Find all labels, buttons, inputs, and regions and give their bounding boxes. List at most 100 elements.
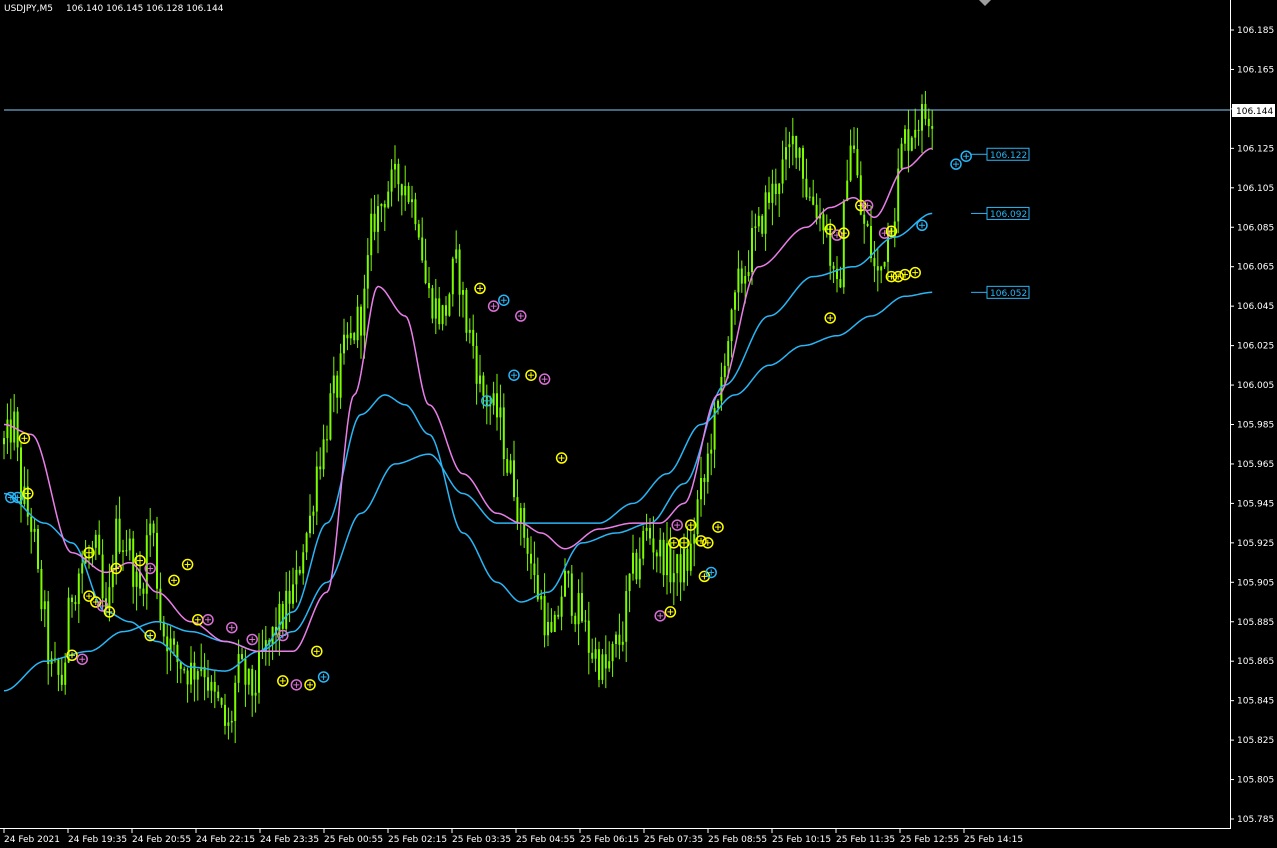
candle-body <box>863 214 866 224</box>
candle-body <box>873 258 876 267</box>
candle-body <box>407 185 410 203</box>
candle-body <box>210 681 213 691</box>
candle-body <box>686 548 689 571</box>
candle-body <box>254 692 257 696</box>
candle-body <box>904 129 906 144</box>
candle-body <box>751 228 753 273</box>
candle-body <box>502 407 505 460</box>
candle-body <box>689 543 692 571</box>
candle-body <box>74 601 77 604</box>
candle-body <box>247 668 250 685</box>
quote-label: 106.140 106.145 106.128 106.144 <box>66 4 224 14</box>
candle-body <box>315 466 318 512</box>
price-tick-label: 106.125 <box>1237 144 1274 154</box>
candle-body <box>642 530 645 559</box>
candle-body <box>744 275 747 284</box>
candle-body <box>761 215 764 234</box>
price-chart[interactable]: 106.122 106.092 106.052 106.185 106.165 106.… <box>0 0 1277 848</box>
candle-body <box>768 192 770 203</box>
candle-body <box>244 658 247 685</box>
candle-body <box>540 595 543 600</box>
time-tick-label: 25 Feb 08:55 <box>708 835 767 845</box>
candle-body <box>914 129 917 138</box>
candle-body <box>414 199 417 225</box>
time-tick-label: 25 Feb 00:55 <box>324 835 383 845</box>
candle-body <box>900 143 903 169</box>
time-tick-label: 25 Feb 02:15 <box>388 835 447 845</box>
candle-body <box>516 497 519 523</box>
price-tick-label: 105.805 <box>1237 776 1274 786</box>
candle-body <box>482 375 485 396</box>
candle-body <box>193 662 196 680</box>
candle-body <box>227 722 230 726</box>
candle-body <box>683 548 685 583</box>
time-tick-label: 25 Feb 04:55 <box>516 835 575 845</box>
time-tick-label: 24 Feb 2021 <box>4 835 60 845</box>
candle-body <box>812 196 815 205</box>
candle-body <box>220 698 223 705</box>
candle-body <box>434 298 437 319</box>
candle-body <box>462 290 464 295</box>
candle-body <box>499 407 502 418</box>
candle-body <box>295 569 298 585</box>
candle-body <box>553 614 556 632</box>
candle-body <box>128 538 131 551</box>
candle-body <box>866 223 869 226</box>
price-axis[interactable]: 106.185106.165106.145106.125106.105106.0… <box>1230 26 1274 825</box>
price-tick-label: 106.085 <box>1237 223 1274 233</box>
candle-body <box>71 597 73 602</box>
price-tick-label: 105.945 <box>1237 499 1274 509</box>
candle-body <box>774 183 777 195</box>
candle-body <box>547 621 549 636</box>
candle-body <box>822 214 825 231</box>
candle-body <box>598 649 600 680</box>
candle-body <box>530 553 532 564</box>
candle-body <box>9 419 12 443</box>
candle-body <box>135 571 138 587</box>
time-tick-label: 25 Feb 12:55 <box>900 835 959 845</box>
candle-body <box>6 419 9 439</box>
candle-body <box>802 148 804 179</box>
candle-body <box>931 126 934 129</box>
price-tick-label: 106.025 <box>1237 342 1274 352</box>
candle-body <box>655 552 658 557</box>
candle-body <box>332 375 335 394</box>
price-tick-label: 106.045 <box>1237 302 1274 312</box>
current-price-tag: 106.144 <box>1236 107 1273 117</box>
candle-body <box>737 268 740 293</box>
candle-body <box>190 662 192 685</box>
candle-body <box>366 255 369 289</box>
candle-body <box>921 103 923 131</box>
candle-body <box>149 523 152 536</box>
time-tick-label: 25 Feb 03:35 <box>452 835 511 845</box>
candle-body <box>417 224 420 238</box>
candle-body <box>621 641 624 645</box>
price-tick-label: 105.965 <box>1237 460 1274 470</box>
symbol-label: USDJPY,M5 <box>4 4 53 14</box>
candle-body <box>60 674 63 685</box>
candle-body <box>33 528 36 532</box>
time-tick-label: 25 Feb 11:35 <box>836 835 895 845</box>
candle-body <box>907 129 910 151</box>
candle-body <box>842 200 845 288</box>
candle-body <box>64 662 67 685</box>
candle-body <box>47 601 50 665</box>
candle-body <box>40 568 43 610</box>
candle-body <box>808 196 811 198</box>
candle-body <box>285 590 288 629</box>
candle-body <box>326 439 328 441</box>
candle-body <box>577 593 580 625</box>
candle-body <box>798 148 801 158</box>
candle-body <box>587 620 590 653</box>
candle-body <box>421 237 424 261</box>
candle-body <box>451 258 454 295</box>
candle-body <box>723 365 726 377</box>
candle-body <box>533 563 536 576</box>
candle-body <box>479 375 481 384</box>
candle-body <box>377 206 379 232</box>
price-tick-label: 105.985 <box>1237 421 1274 431</box>
candle-body <box>764 192 767 234</box>
candle-body <box>856 149 859 176</box>
candle-body <box>927 118 930 127</box>
price-tick-label: 106.005 <box>1237 381 1274 391</box>
